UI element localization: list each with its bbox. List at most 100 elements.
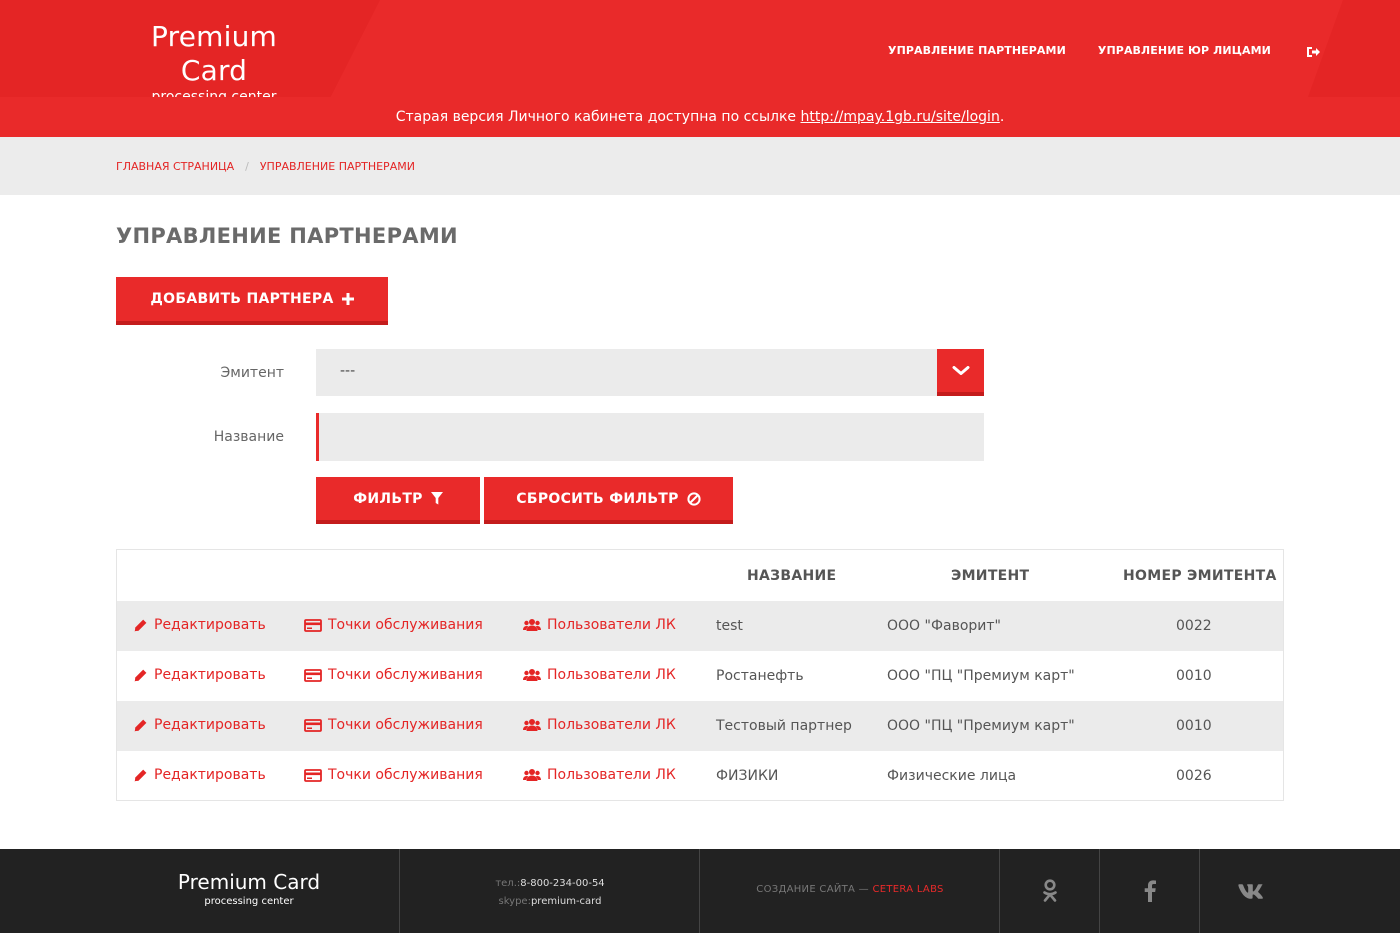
lk-users-label: Пользователи ЛК xyxy=(547,667,676,683)
skype-label: skype: xyxy=(498,896,531,907)
pencil-icon xyxy=(134,719,147,731)
column-header-emitent[interactable]: ЭМИТЕНТ xyxy=(951,568,1029,584)
edit-link[interactable]: Редактировать xyxy=(133,717,266,733)
service-points-label: Точки обслуживания xyxy=(328,717,483,733)
emitent-cell: ООО "ПЦ "Премиум карт" xyxy=(887,668,1075,684)
reset-filter-label: СБРОСИТЬ ФИЛЬТР xyxy=(516,490,679,507)
footer-contacts: тел.:8-800-234-00-54 skype:premium-card xyxy=(400,875,700,911)
lk-users-link[interactable]: Пользователи ЛК xyxy=(523,667,676,683)
name-label: Название xyxy=(213,429,284,445)
pencil-icon xyxy=(134,769,147,781)
emitent-label: Эмитент xyxy=(220,365,284,381)
notice-tail: . xyxy=(999,109,1005,125)
old-version-notice: Старая версия Личного кабинета доступна … xyxy=(0,97,1400,137)
emitent-select[interactable]: --- xyxy=(316,349,984,396)
lk-users-link[interactable]: Пользователи ЛК xyxy=(523,767,676,783)
credit-link[interactable]: CETERA LABS xyxy=(872,884,943,895)
partners-table: НАЗВАНИЕ ЭМИТЕНТ НОМЕР ЭМИТЕНТА Редактир… xyxy=(116,549,1284,801)
footer-credit: СОЗДАНИЕ САЙТА — CETERA LABS xyxy=(700,884,1000,895)
breadcrumb: ГЛАВНАЯ СТРАНИЦА / УПРАВЛЕНИЕ ПАРТНЕРАМИ xyxy=(0,137,1400,195)
lk-users-label: Пользователи ЛК xyxy=(547,717,676,733)
users-icon xyxy=(523,719,541,731)
service-points-link[interactable]: Точки обслуживания xyxy=(304,667,483,683)
breadcrumb-current[interactable]: УПРАВЛЕНИЕ ПАРТНЕРАМИ xyxy=(260,160,415,173)
lk-users-label: Пользователи ЛК xyxy=(547,767,676,783)
filter-button[interactable]: ФИЛЬТР xyxy=(316,477,480,524)
skype-value[interactable]: premium-card xyxy=(531,896,602,907)
add-partner-button[interactable]: ДОБАВИТЬ ПАРТНЕРА xyxy=(116,277,388,325)
vk-icon[interactable] xyxy=(1200,849,1300,933)
partner-name-cell: Тестовый партнер xyxy=(716,718,852,734)
credit-text: СОЗДАНИЕ САЙТА — xyxy=(756,884,873,895)
main-nav: УПРАВЛЕНИЕ ПАРТНЕРАМИ УПРАВЛЕНИЕ ЮР ЛИЦА… xyxy=(888,43,1322,57)
users-icon xyxy=(523,669,541,681)
edit-link-label: Редактировать xyxy=(154,767,266,783)
logo-title: Premium Card xyxy=(151,20,277,87)
partner-name-cell: ФИЗИКИ xyxy=(716,768,779,784)
service-points-link[interactable]: Точки обслуживания xyxy=(304,617,483,633)
filter-button-label: ФИЛЬТР xyxy=(353,490,423,507)
odnoklassniki-icon[interactable] xyxy=(1000,849,1100,933)
service-points-link[interactable]: Точки обслуживания xyxy=(304,767,483,783)
edit-link-label: Редактировать xyxy=(154,617,266,633)
table-row: Редактировать Точки обслуживания Пользов… xyxy=(117,651,1283,701)
emitent-cell: Физические лица xyxy=(887,768,1017,784)
ban-icon xyxy=(687,491,701,506)
users-icon xyxy=(523,619,541,631)
credit-card-icon xyxy=(304,768,322,782)
credit-card-icon xyxy=(304,668,322,682)
reset-filter-button[interactable]: СБРОСИТЬ ФИЛЬТР xyxy=(484,477,733,524)
site-footer: Premium Card processing center тел.:8-80… xyxy=(0,849,1400,933)
lk-users-link[interactable]: Пользователи ЛК xyxy=(523,617,676,633)
service-points-link[interactable]: Точки обслуживания xyxy=(304,717,483,733)
emitent-number-cell: 0022 xyxy=(1176,618,1212,634)
edit-link-label: Редактировать xyxy=(154,717,266,733)
table-row: Редактировать Точки обслуживания Пользов… xyxy=(117,601,1283,651)
emitent-number-cell: 0010 xyxy=(1176,668,1212,684)
service-points-label: Точки обслуживания xyxy=(328,767,483,783)
credit-card-icon xyxy=(304,618,322,632)
lk-users-link[interactable]: Пользователи ЛК xyxy=(523,717,676,733)
table-row: Редактировать Точки обслуживания Пользов… xyxy=(117,701,1283,751)
service-points-label: Точки обслуживания xyxy=(328,617,483,633)
service-points-label: Точки обслуживания xyxy=(328,667,483,683)
plus-icon xyxy=(341,293,354,305)
facebook-icon[interactable] xyxy=(1100,849,1200,933)
partner-name-cell: test xyxy=(716,618,743,634)
emitent-cell: ООО "ПЦ "Премиум карт" xyxy=(887,718,1075,734)
name-input[interactable] xyxy=(316,413,984,461)
column-header-emitent-number[interactable]: НОМЕР ЭМИТЕНТА xyxy=(1123,568,1277,584)
users-icon xyxy=(523,769,541,781)
phone-label: тел.: xyxy=(495,878,521,889)
lk-users-label: Пользователи ЛК xyxy=(547,617,676,633)
edit-link[interactable]: Редактировать xyxy=(133,767,266,783)
emitent-number-cell: 0026 xyxy=(1176,768,1212,784)
partner-name-cell: Ростанефть xyxy=(716,668,804,684)
chevron-down-icon[interactable] xyxy=(937,349,984,396)
footer-logo-tagline: processing center xyxy=(204,896,294,907)
footer-skype: skype:premium-card xyxy=(400,893,700,911)
site-header: Premium Card processing center УПРАВЛЕНИ… xyxy=(0,0,1400,97)
emitent-cell: ООО "Фаворит" xyxy=(887,618,1001,634)
sign-out-icon[interactable] xyxy=(1306,43,1322,57)
filter-icon xyxy=(430,492,443,505)
pencil-icon xyxy=(134,619,147,631)
column-header-name[interactable]: НАЗВАНИЕ xyxy=(747,568,836,584)
notice-text: Старая версия Личного кабинета доступна … xyxy=(395,109,801,125)
footer-phone: тел.:8-800-234-00-54 xyxy=(400,875,700,893)
footer-logo-title: Premium Card xyxy=(177,870,321,894)
edit-link[interactable]: Редактировать xyxy=(133,667,266,683)
edit-link-label: Редактировать xyxy=(154,667,266,683)
nav-partners-link[interactable]: УПРАВЛЕНИЕ ПАРТНЕРАМИ xyxy=(888,44,1066,57)
phone-value[interactable]: 8-800-234-00-54 xyxy=(520,878,604,889)
footer-logo[interactable]: Premium Card processing center xyxy=(160,870,338,909)
page-title: УПРАВЛЕНИЕ ПАРТНЕРАМИ xyxy=(116,224,458,248)
old-version-link[interactable]: http://mpay.1gb.ru/site/login xyxy=(801,109,1000,125)
site-logo[interactable]: Premium Card processing center xyxy=(116,20,312,97)
add-partner-label: ДОБАВИТЬ ПАРТНЕРА xyxy=(150,291,334,307)
edit-link[interactable]: Редактировать xyxy=(133,617,266,633)
pencil-icon xyxy=(134,669,147,681)
nav-legal-entities-link[interactable]: УПРАВЛЕНИЕ ЮР ЛИЦАМИ xyxy=(1098,44,1271,57)
emitent-number-cell: 0010 xyxy=(1176,718,1212,734)
breadcrumb-home[interactable]: ГЛАВНАЯ СТРАНИЦА xyxy=(116,160,234,173)
